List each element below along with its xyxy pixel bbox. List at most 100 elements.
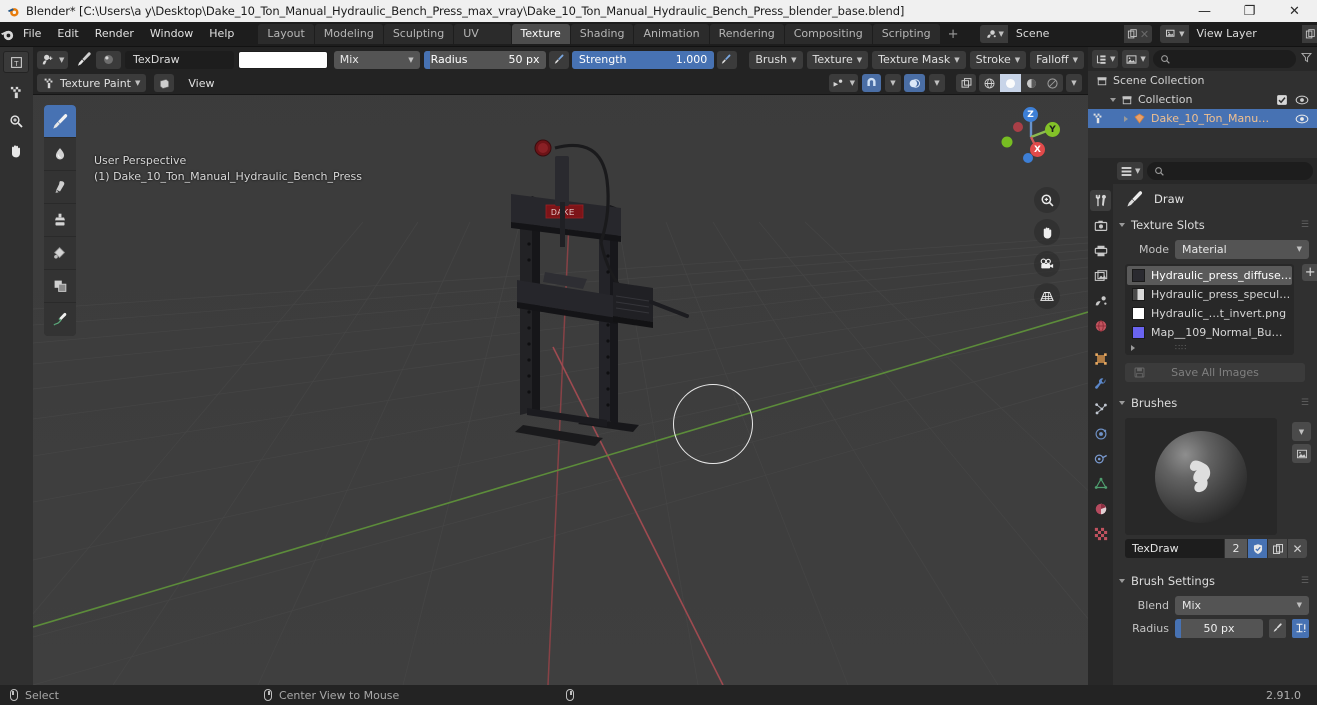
panel-header-brush-settings[interactable]: Brush Settings ☰: [1113, 570, 1317, 592]
properties-tab-constraints[interactable]: [1090, 448, 1111, 469]
zoom-icon[interactable]: [4, 109, 28, 133]
workspace-tab-layout[interactable]: Layout: [258, 24, 314, 44]
shading-rendered[interactable]: [1042, 74, 1063, 92]
texture-popover[interactable]: Texture ▼: [806, 50, 869, 69]
zoom-view-button[interactable]: [1034, 187, 1060, 213]
navigation-gizmo[interactable]: Z Y X: [996, 102, 1066, 172]
tool-draw[interactable]: [44, 105, 76, 138]
shading-solid[interactable]: [1000, 74, 1021, 92]
properties-editor-type-button[interactable]: ▼: [1117, 162, 1144, 180]
unlink-scene-icon[interactable]: ✕: [1140, 28, 1149, 41]
add-workspace-button[interactable]: +: [941, 27, 966, 42]
gizmo-axis-y[interactable]: Y: [1045, 122, 1060, 137]
overlays-caret[interactable]: ▼: [929, 74, 945, 92]
texture-slot-list[interactable]: Hydraulic_press_diffuse… Hydraulic_press…: [1125, 264, 1294, 355]
workspace-tab-sculpting[interactable]: Sculpting: [383, 24, 454, 44]
workspace-tab-texture-paint[interactable]: Texture Paint: [511, 24, 570, 60]
menu-window[interactable]: Window: [142, 25, 201, 43]
brush-radius-unit-toggle[interactable]: [1292, 618, 1309, 638]
properties-tab-render[interactable]: [1090, 215, 1111, 236]
strength-slider[interactable]: Strength 1.000: [571, 50, 715, 69]
camera-view-button[interactable]: [1034, 251, 1060, 277]
menu-render[interactable]: Render: [87, 25, 142, 43]
shading-wireframe[interactable]: [979, 74, 1000, 92]
disclosure-triangle-icon-2[interactable]: [1124, 115, 1128, 122]
close-button[interactable]: ✕: [1272, 0, 1317, 22]
tool-presets-button[interactable]: ▼: [37, 50, 69, 69]
brush-delete-button[interactable]: ✕: [1288, 539, 1307, 558]
tool-soften[interactable]: [44, 138, 76, 171]
snap-options-caret[interactable]: ▼: [885, 74, 901, 92]
shading-caret[interactable]: ▼: [1066, 74, 1082, 92]
pan-view-button[interactable]: [1034, 219, 1060, 245]
menu-help[interactable]: Help: [201, 25, 242, 43]
outliner-display-mode-button[interactable]: ▼: [1122, 50, 1149, 68]
brush-name-value[interactable]: TexDraw: [1125, 539, 1224, 558]
properties-tab-physics[interactable]: [1090, 423, 1111, 444]
brush-datablock-icon[interactable]: [95, 50, 121, 69]
workspace-tab-modeling[interactable]: Modeling: [314, 24, 383, 44]
workspace-tab-scripting[interactable]: Scripting: [872, 24, 940, 44]
properties-editor[interactable]: ▼ Draw Texture Slots ☰ Mode Material ▼ H…: [1113, 158, 1317, 685]
mode-dropdown[interactable]: Texture Paint ▼: [37, 74, 147, 92]
overlays-toggle[interactable]: [904, 74, 925, 92]
outliner-search-input[interactable]: [1152, 50, 1296, 68]
brush-radius-slider[interactable]: 50 px: [1175, 618, 1263, 638]
xray-toggle[interactable]: [956, 74, 976, 92]
texture-slot-item-3[interactable]: Map__109_Normal_Bu…: [1127, 323, 1292, 342]
editor-type-button[interactable]: T: [3, 51, 29, 73]
workspace-tab-uv-editing[interactable]: UV Editing: [454, 24, 511, 60]
panel-header-brushes[interactable]: Brushes ☰: [1113, 392, 1317, 414]
properties-tab-output[interactable]: [1090, 240, 1111, 261]
outliner-editor-type-button[interactable]: ▼: [1092, 50, 1119, 68]
tool-clone[interactable]: [44, 204, 76, 237]
brush-blend-dropdown[interactable]: Mix ▼: [1175, 595, 1309, 615]
list-expand-triangle-icon[interactable]: [1131, 344, 1135, 351]
properties-tab-world[interactable]: [1090, 315, 1111, 336]
properties-tab-data[interactable]: [1090, 473, 1111, 494]
snap-popover[interactable]: [862, 74, 881, 92]
shading-material[interactable]: [1021, 74, 1042, 92]
brush-fake-user-toggle[interactable]: [1248, 539, 1267, 558]
pan-hand-icon[interactable]: [4, 139, 28, 163]
scene-name[interactable]: Scene: [1007, 25, 1124, 43]
eye-icon[interactable]: [1295, 94, 1309, 106]
texture-mask-popover[interactable]: Texture Mask ▼: [872, 50, 966, 69]
add-texture-slot-button[interactable]: +: [1301, 264, 1317, 281]
gizmo-axis-x[interactable]: X: [1030, 142, 1045, 157]
strength-pressure-toggle[interactable]: [717, 50, 737, 69]
visibility-popover[interactable]: ▼: [828, 74, 858, 92]
brush-radius-pressure-toggle[interactable]: [1269, 618, 1286, 638]
paint-mask-toggle[interactable]: [154, 74, 175, 92]
toggle-perspective-button[interactable]: [1034, 283, 1060, 309]
brush-preview[interactable]: [1125, 418, 1277, 535]
disclosure-triangle-icon[interactable]: [1110, 97, 1116, 102]
tool-smear[interactable]: [44, 171, 76, 204]
outliner-row-collection[interactable]: Collection: [1088, 90, 1317, 109]
texture-paint-mode-icon[interactable]: [4, 80, 28, 104]
properties-tab-texture[interactable]: [1090, 523, 1111, 544]
texture-slot-mode-dropdown[interactable]: Material ▼: [1175, 239, 1309, 259]
workspace-tab-rendering[interactable]: Rendering: [709, 24, 784, 44]
menu-file[interactable]: File: [15, 25, 49, 43]
tool-mask[interactable]: [44, 270, 76, 303]
new-viewlayer-icon[interactable]: [1305, 28, 1316, 40]
panel-disclosure-icon-2[interactable]: [1119, 401, 1125, 405]
brush-users-count[interactable]: 2: [1225, 539, 1247, 558]
properties-tab-view-layer[interactable]: [1090, 265, 1111, 286]
radius-pressure-toggle[interactable]: [549, 50, 569, 69]
properties-tab-scene[interactable]: [1090, 290, 1111, 311]
properties-tab-active-tool[interactable]: [1090, 190, 1111, 211]
brush-duplicate-button[interactable]: [1268, 539, 1287, 558]
tool-fill[interactable]: [44, 237, 76, 270]
save-all-images-button[interactable]: Save All Images: [1125, 363, 1305, 382]
tool-annotate[interactable]: [44, 303, 76, 336]
minimize-button[interactable]: —: [1182, 0, 1227, 22]
list-resize-grip[interactable]: ∷∷: [1175, 343, 1187, 352]
properties-tab-modifiers[interactable]: [1090, 373, 1111, 394]
workspace-tab-animation[interactable]: Animation: [634, 24, 709, 44]
viewlayer-name[interactable]: View Layer: [1188, 25, 1302, 43]
view-menu[interactable]: View: [182, 74, 220, 92]
outliner-row-object[interactable]: Dake_10_Ton_Manu…: [1088, 109, 1317, 128]
falloff-popover[interactable]: Falloff ▼: [1030, 50, 1084, 69]
